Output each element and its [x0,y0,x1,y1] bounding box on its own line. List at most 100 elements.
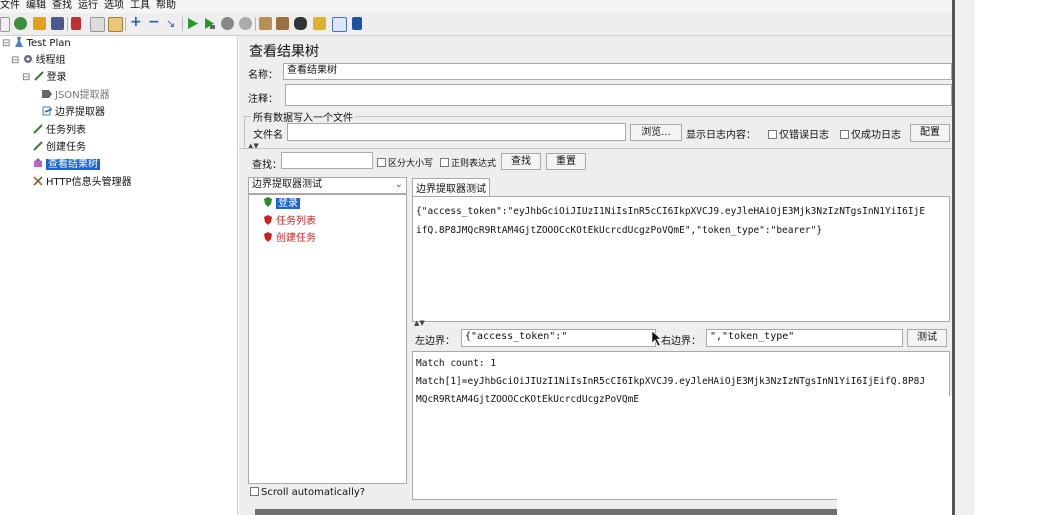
case-sensitive-label: 区分大小写 [388,159,434,169]
search-input[interactable] [281,152,373,169]
expand-icon[interactable]: + [130,15,143,29]
tree-label: 登录 [46,72,67,83]
tree-item-view-results-tree[interactable]: 查看结果树 [33,158,100,172]
write-to-file-label: 所有数据写入一个文件 [251,109,355,124]
collapse-icon[interactable]: − [148,15,161,29]
tree-label: HTTP信息头管理器 [46,177,132,188]
reset-button[interactable]: 重置 [546,153,586,170]
save-icon[interactable] [51,17,64,30]
success-shield-icon [264,197,272,207]
show-log-label: 显示日志内容： [686,130,756,141]
menu-bar: 文件 编辑 查找 运行 选项 工具 帮助 [0,0,952,13]
success-only-checkbox[interactable]: 仅成功日志 [840,126,901,141]
shutdown-icon[interactable] [239,17,252,30]
tree-item-test-plan[interactable]: ⊟ Test Plan [2,37,71,51]
response-data-area[interactable]: {"access_token":"eyJhbGciOiJIUzI1NiIsInR… [412,196,950,322]
stop-icon[interactable] [221,17,234,30]
horizontal-scrollbar[interactable] [255,509,837,515]
new-icon[interactable] [0,17,10,32]
response-text-line: ifQ.8P8JMQcR9RtAM4GjtZOOOCcKOtEkUcrcdUcg… [416,225,823,236]
browse-button[interactable]: 浏览... [630,124,682,141]
sampler-icon [33,71,44,81]
error-shield-icon [264,215,272,225]
search-label: 查找： [252,160,282,171]
tree-item-thread-group[interactable]: ⊟ 线程组 [11,54,66,68]
toggle-icon[interactable]: ↘ [166,17,179,30]
extractor-icon [42,90,52,98]
case-sensitive-checkbox[interactable]: 区分大小写 [377,156,433,169]
filename-input[interactable] [287,123,626,141]
panel-title: 查看结果树 [249,44,319,60]
menu-tools[interactable]: 工具 [130,0,150,11]
broom-icon[interactable] [313,17,326,30]
tree-item-json-extractor[interactable]: JSON提取器 [42,89,110,103]
regex-label: 正则表达式 [451,159,497,169]
match-count-text: Match count: 1 [416,358,497,369]
templates-icon[interactable] [14,17,27,30]
name-label: 名称： [248,70,278,81]
result-item-task-list[interactable]: 任务列表 [263,215,316,229]
name-input[interactable]: 查看结果树 [283,63,952,80]
response-text-line: {"access_token":"eyJhbGciOiJIUzI1NiIsInR… [416,206,926,217]
checkbox-icon [440,158,449,167]
checkbox-icon [768,130,777,139]
view-results-tree-panel: 查看结果树 名称： 查看结果树 注释： 所有数据写入一个文件 文件名 浏览...… [239,36,953,515]
menu-file[interactable]: 文件 [0,0,20,11]
comment-input[interactable] [285,84,952,106]
tree-item-task-list[interactable]: 任务列表 [33,124,86,138]
tree-item-boundary-extractor[interactable]: 边界提取器 [42,106,105,120]
menu-help[interactable]: 帮助 [156,0,176,11]
find-button[interactable]: 查找 [501,153,541,170]
help-icon[interactable] [352,17,362,30]
tree-label: 任务列表 [46,125,86,136]
result-label: 登录 [276,198,300,209]
right-boundary-label: 右边界： [661,336,701,347]
divider [239,148,952,149]
function-helper-icon[interactable] [332,17,347,32]
flask-icon [14,37,23,47]
test-button[interactable]: 测试 [907,329,947,347]
tab-boundary-extractor-tester[interactable]: 边界提取器测试 [412,178,490,196]
clear-icon[interactable] [259,17,272,30]
result-item-create-task[interactable]: 创建任务 [263,232,316,246]
menu-options[interactable]: 选项 [104,0,124,11]
tree-label: 边界提取器 [55,107,105,118]
paste-icon[interactable] [108,17,123,32]
clear-all-icon[interactable] [276,17,289,30]
menu-run[interactable]: 运行 [78,0,98,11]
tree-label: Test Plan [26,38,71,49]
tree-item-login[interactable]: ⊟ 登录 [22,71,67,85]
split-arrows-icon[interactable]: ▲▼ [414,319,425,327]
left-boundary-label: 左边界： [415,336,455,347]
configure-button[interactable]: 配置 [910,124,950,142]
sampler-icon [33,141,43,151]
tree-item-http-header-manager[interactable]: HTTP信息头管理器 [33,176,132,190]
result-item-login[interactable]: 登录 [263,197,300,211]
blank-overlay [837,396,952,515]
filename-label: 文件名 [253,130,283,141]
start-icon[interactable] [186,17,199,30]
renderer-select[interactable]: 边界提取器测试 ⌄ [248,177,407,194]
menu-edit[interactable]: 编辑 [26,0,46,11]
open-icon[interactable] [33,17,46,30]
right-boundary-input[interactable]: ","token_type" [706,329,903,347]
tree-item-create-task[interactable]: 创建任务 [33,141,86,155]
checkbox-icon [840,130,849,139]
scroll-automatically-label: Scroll automatically? [261,487,366,498]
left-boundary-input[interactable]: {"access_token":" [461,329,656,347]
start-no-pause-icon[interactable] [203,17,216,30]
copy-icon[interactable] [90,17,105,32]
regex-checkbox[interactable]: 正则表达式 [440,156,496,169]
errors-only-checkbox[interactable]: 仅错误日志 [768,126,829,141]
checkbox-icon [250,487,259,496]
tree-label: 线程组 [35,55,66,66]
errors-only-label: 仅错误日志 [779,130,829,141]
cut-icon[interactable] [71,17,81,30]
tree-label: 创建任务 [46,142,86,153]
results-list: 登录 任务列表 创建任务 [248,194,407,484]
binoculars-icon[interactable] [294,17,307,30]
scroll-automatically-checkbox[interactable]: Scroll automatically? [250,487,365,498]
checkbox-icon [377,158,386,167]
tree-label: 查看结果树 [46,159,100,170]
menu-search[interactable]: 查找 [52,0,72,11]
